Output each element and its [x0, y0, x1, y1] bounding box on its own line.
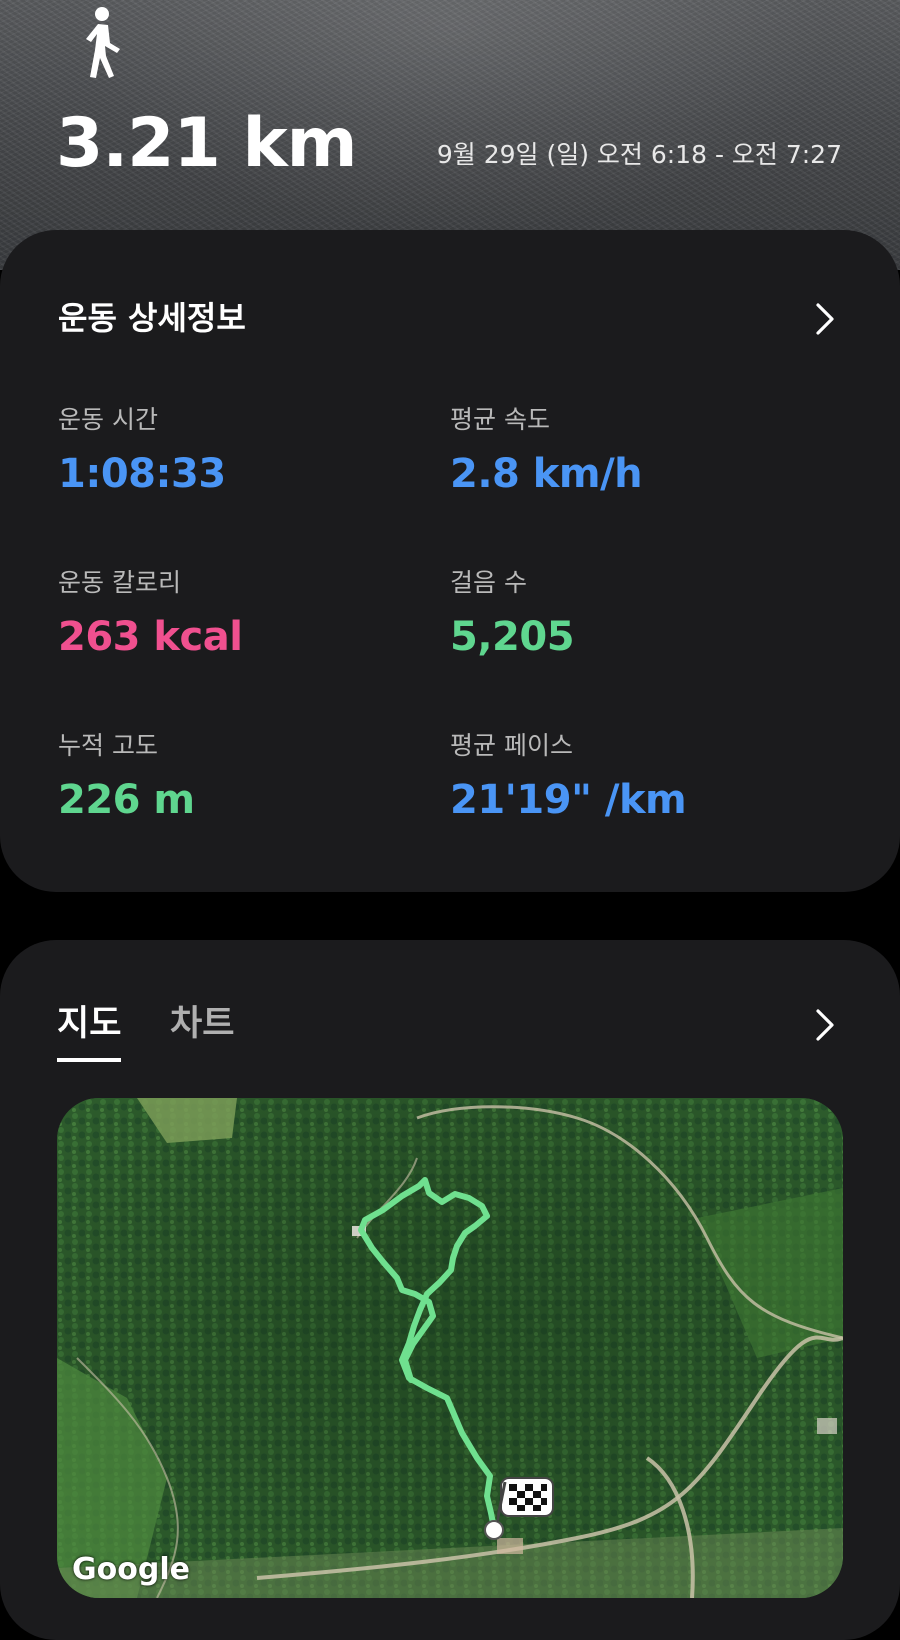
tab-chart[interactable]: 차트 [170, 1000, 234, 1048]
stat-label: 운동 칼로리 [58, 568, 181, 597]
stat-average-pace: 평균 페이스 21'19" /km [450, 729, 830, 827]
details-title: 운동 상세정보 [58, 299, 246, 337]
stat-label: 걸음 수 [450, 568, 527, 597]
workout-datetime: 9월 29일 (일) 오전 6:18 - 오전 7:27 [436, 140, 842, 169]
route-map[interactable] [57, 1098, 843, 1598]
total-distance: 3.21 km [56, 104, 358, 183]
walking-person-icon [86, 7, 120, 78]
stat-value: 2.8 km/h [450, 451, 643, 497]
satellite-map-image [57, 1098, 843, 1598]
stat-value: 5,205 [450, 614, 575, 660]
stat-average-speed: 평균 속도 2.8 km/h [450, 403, 830, 501]
stat-value: 21'19" /km [450, 777, 687, 823]
stat-workout-time: 운동 시간 1:08:33 [58, 403, 438, 501]
chevron-right-icon[interactable] [814, 302, 836, 336]
stat-steps: 걸음 수 5,205 [450, 566, 830, 664]
tab-map[interactable]: 지도 [57, 1000, 122, 1062]
stat-label: 운동 시간 [58, 405, 158, 434]
stat-value: 1:08:33 [58, 451, 226, 497]
stat-value: 263 kcal [58, 614, 243, 660]
stat-elevation-gain: 누적 고도 226 m [58, 729, 438, 827]
checkered-flag-icon [497, 1477, 554, 1522]
stat-value: 226 m [58, 777, 195, 823]
stat-label: 평균 페이스 [450, 731, 573, 760]
start-point-icon [484, 1520, 504, 1540]
chevron-right-icon[interactable] [814, 1008, 836, 1042]
stat-label: 누적 고도 [58, 731, 158, 760]
stat-label: 평균 속도 [450, 405, 550, 434]
stat-calories: 운동 칼로리 263 kcal [58, 566, 438, 664]
map-attribution-logo: Google [72, 1552, 190, 1587]
